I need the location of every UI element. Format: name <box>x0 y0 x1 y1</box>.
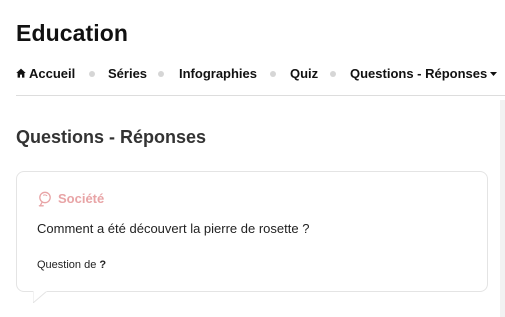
site-title[interactable]: Education <box>16 20 128 47</box>
nav-item-infographies[interactable]: Infographies <box>179 66 257 82</box>
card-speech-tail <box>33 291 48 303</box>
nav-item-quiz[interactable]: Quiz <box>290 66 318 82</box>
section-title: Questions - Réponses <box>16 127 207 147</box>
question-author-name[interactable]: ? <box>99 259 106 271</box>
nav-item-label: Séries <box>108 66 148 81</box>
nav-divider <box>16 95 505 96</box>
nav-item-label: Quiz <box>290 66 319 81</box>
page: Education Accueil Séries Infographies Qu… <box>0 0 505 317</box>
nav-item-label: Infographies <box>179 66 258 81</box>
nav-item-questions-reponses[interactable]: Questions - Réponses <box>350 66 498 82</box>
nav-item-label: Accueil <box>29 66 76 81</box>
nav-separator-dot <box>330 71 336 77</box>
nav-separator-dot <box>270 71 276 77</box>
nav-item-accueil[interactable]: Accueil <box>16 66 75 82</box>
nav-separator-dot <box>158 71 164 77</box>
nav-item-series[interactable]: Séries <box>108 66 147 82</box>
question-card[interactable]: Société Comment a été découvert la pierr… <box>16 171 488 292</box>
lightbulb-icon <box>38 191 51 207</box>
question-category[interactable]: Société <box>37 191 104 207</box>
question-category-label: Société <box>58 191 105 206</box>
question-text[interactable]: Comment a été découvert la pierre de ros… <box>37 221 309 237</box>
main-nav: Accueil Séries Infographies Quiz Questio… <box>16 66 505 82</box>
nav-item-label: Questions - Réponses <box>350 66 488 81</box>
scrollbar-track[interactable] <box>500 100 505 317</box>
home-icon <box>16 68 26 78</box>
question-author: Question de ? <box>37 258 106 272</box>
caret-down-icon <box>490 72 498 76</box>
nav-separator-dot <box>89 71 95 77</box>
question-author-prefix: Question de <box>37 259 97 271</box>
